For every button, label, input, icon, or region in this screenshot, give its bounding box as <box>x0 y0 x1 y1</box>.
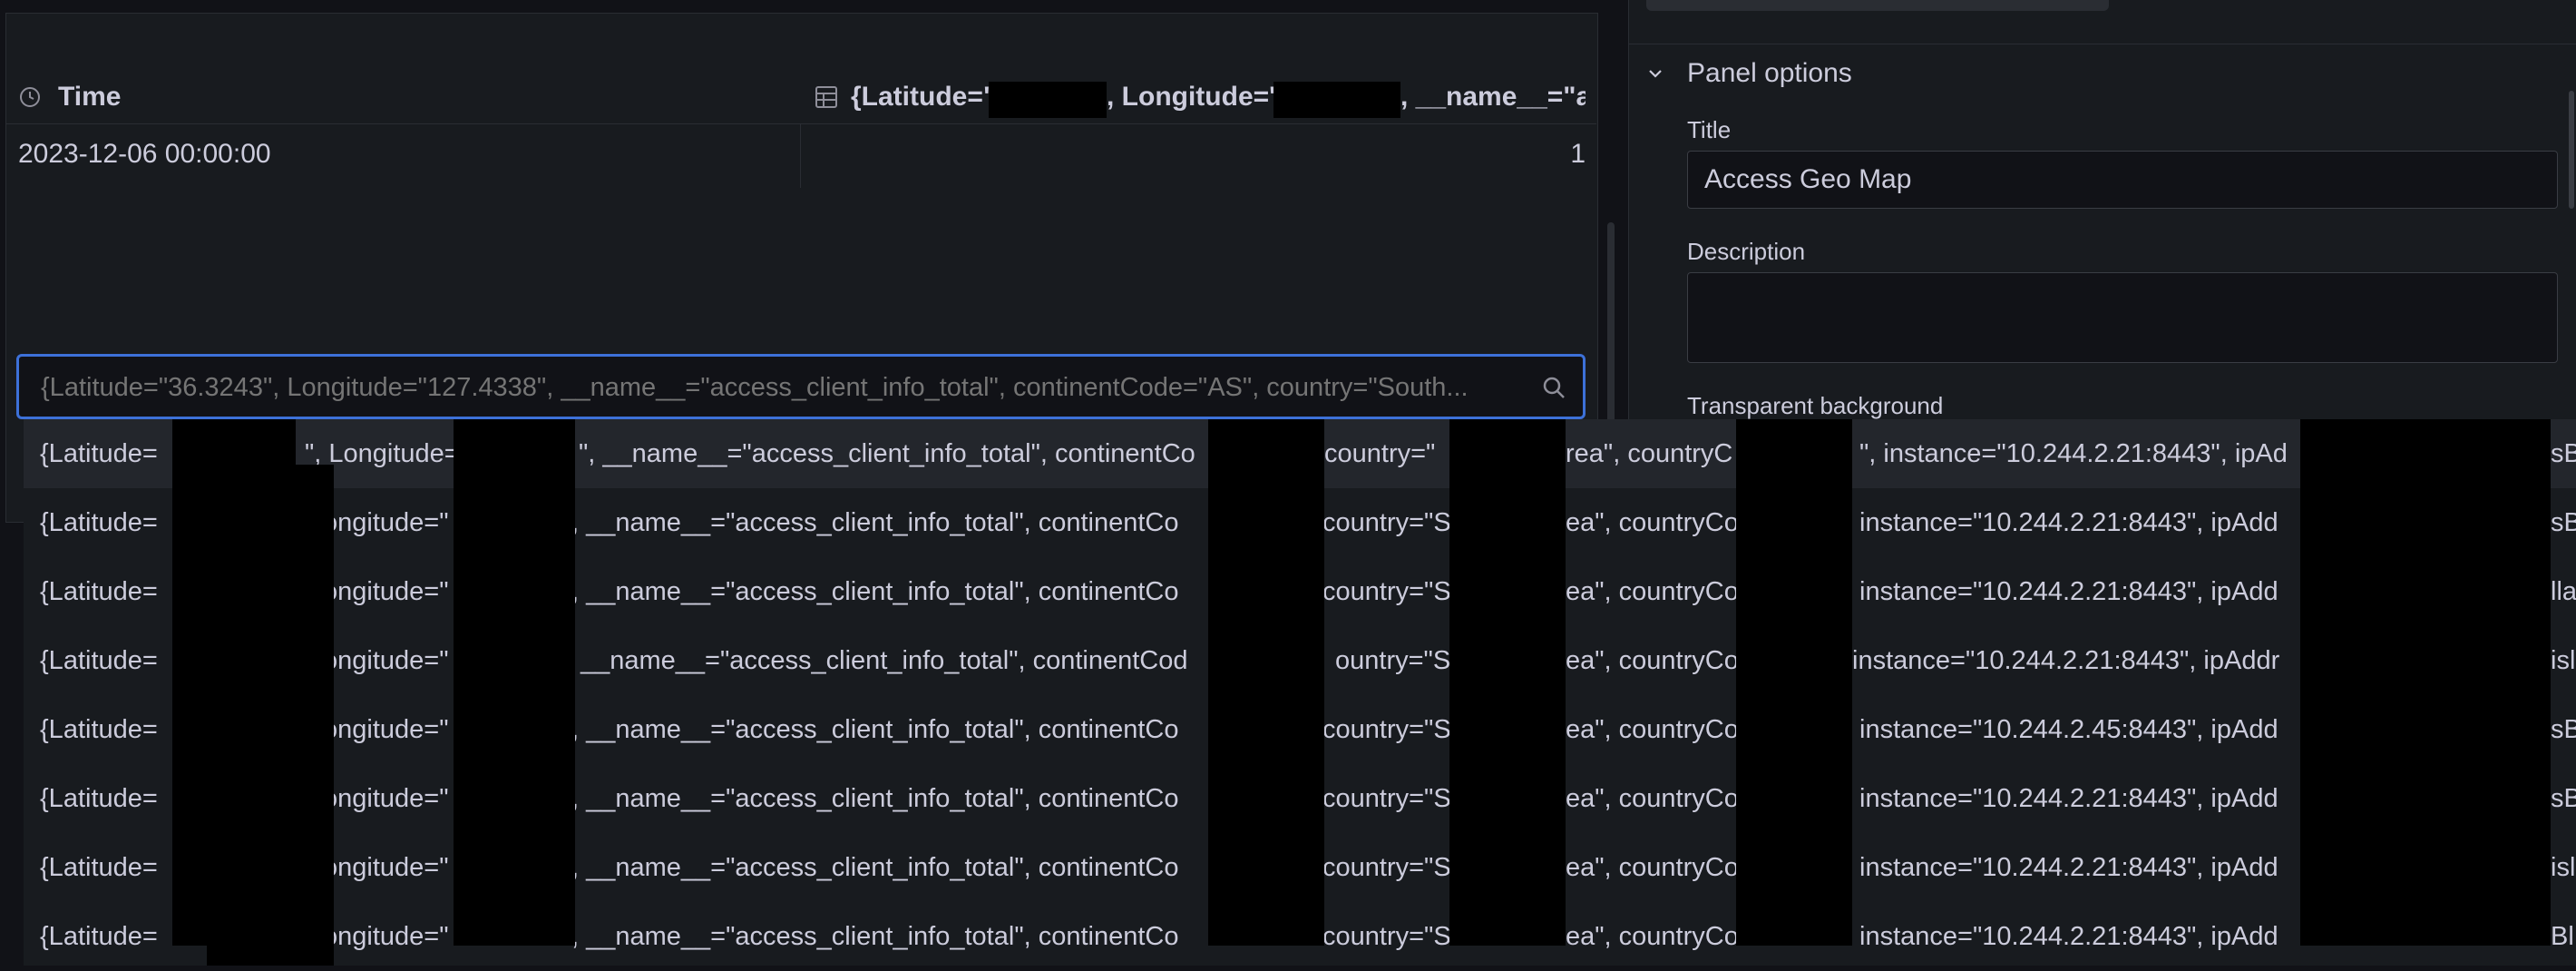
time-column-header[interactable]: Time <box>58 82 121 113</box>
description-label: Description <box>1687 238 1806 265</box>
series-search-input[interactable] <box>39 357 1530 418</box>
clock-icon <box>20 87 40 107</box>
scrollbar[interactable] <box>1646 0 2109 11</box>
chevron-down-icon[interactable] <box>1645 64 1665 83</box>
series-header-mid: , Longitude=' <box>1107 82 1276 112</box>
redaction <box>454 419 575 946</box>
series-dropdown: {Latitude= ", Longitude=" ", __name__="a… <box>24 419 2576 966</box>
scrollbar[interactable] <box>2569 91 2574 209</box>
panel-options-section-title[interactable]: Panel options <box>1687 58 1852 89</box>
transparent-background-label: Transparent background <box>1687 392 1944 419</box>
series-header-end: , __name__="ac <box>1400 82 1586 112</box>
series-column-header[interactable]: {Latitude=" , Longitude=' , __name__="ac <box>851 82 1586 118</box>
table-header-row: Time {Latitude=" , Longitude=' , __name_… <box>5 69 1596 124</box>
series-search-box[interactable] <box>16 354 1586 419</box>
redaction <box>1736 419 1852 946</box>
redaction <box>989 82 1107 118</box>
title-input[interactable] <box>1687 151 2558 209</box>
redaction <box>2300 419 2551 946</box>
time-cell: 2023-12-06 00:00:00 <box>18 139 271 169</box>
table-icon <box>815 86 837 108</box>
redaction <box>207 465 334 966</box>
redaction <box>1208 419 1324 946</box>
redaction <box>1273 82 1400 118</box>
redaction <box>1449 419 1566 946</box>
description-textarea[interactable] <box>1687 272 2558 363</box>
title-label: Title <box>1687 116 1732 143</box>
series-header-label: {Latitude=" <box>851 82 997 112</box>
column-divider <box>800 124 801 188</box>
table-row[interactable]: 2023-12-06 00:00:00 1 <box>5 124 1596 188</box>
value-cell: 1 <box>1570 139 1586 169</box>
search-icon <box>1543 377 1565 398</box>
